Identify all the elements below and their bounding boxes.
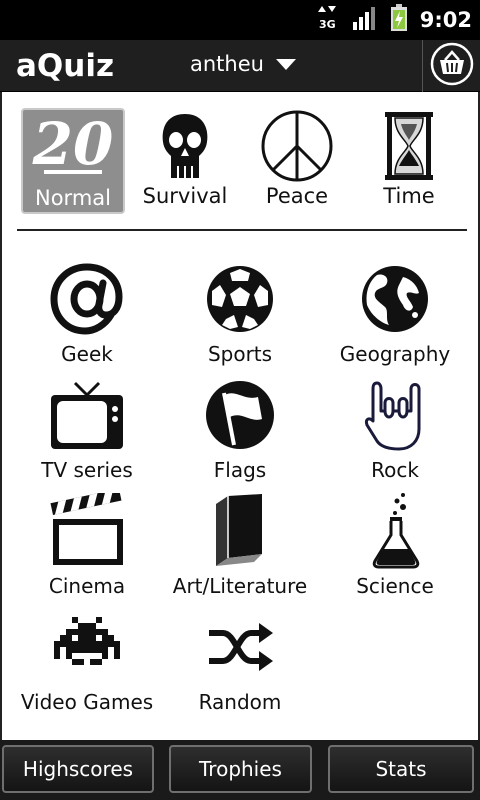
stats-button[interactable]: Stats [328,745,474,793]
title-bar: aQuiz antheu [0,40,480,92]
category-label: Rock [371,458,419,482]
username-label: antheu [190,52,264,76]
category-label: Geek [61,342,113,366]
soccer-ball-icon [160,258,320,340]
category-label: Geography [339,342,451,366]
globe-icon [315,258,475,340]
trophies-button[interactable]: Trophies [169,745,312,793]
category-science[interactable]: Science [315,490,475,602]
mode-label: Peace [265,184,329,208]
category-random[interactable]: Random [160,606,320,718]
dropdown-arrow-icon [275,52,296,76]
app-title: aQuiz [16,48,115,84]
at-sign-icon [7,258,167,340]
category-label: Art/Literature [172,574,308,598]
tv-icon [7,374,167,456]
category-label: TV series [41,458,133,482]
category-label: Random [198,690,282,714]
flask-icon [315,490,475,572]
category-label: Sports [207,342,273,366]
category-flags[interactable]: Flags [160,374,320,486]
status-time: 9:02 [419,8,472,32]
bottom-bar: Highscores Trophies Stats [0,740,480,800]
network-3g-icon: 3G [317,4,340,36]
mode-normal[interactable]: 20 Normal [21,108,125,214]
svg-text:20: 20 [32,112,114,178]
divider [17,229,467,231]
flag-icon [160,374,320,456]
mode-time[interactable]: Time [357,108,461,214]
category-geography[interactable]: Geography [315,258,475,370]
shop-basket-button[interactable] [422,40,480,92]
number-20-icon: 20 [23,112,123,184]
peace-icon [245,110,349,182]
basket-icon [430,42,474,90]
category-art-literature[interactable]: Art/Literature [160,490,320,602]
user-dropdown[interactable]: antheu [190,52,296,76]
category-tv-series[interactable]: TV series [7,374,167,486]
book-icon [160,490,320,572]
skull-icon [133,110,237,182]
svg-text:3G: 3G [319,18,336,31]
category-cinema[interactable]: Cinema [7,490,167,602]
category-video-games[interactable]: Video Games [7,606,167,718]
category-label: Cinema [48,574,126,598]
mode-survival[interactable]: Survival [133,108,237,214]
shuffle-icon [160,606,320,688]
mode-label: Survival [142,184,228,208]
category-label: Science [356,574,434,598]
category-label: Video Games [20,690,154,714]
hourglass-icon [357,110,461,182]
category-sports[interactable]: Sports [160,258,320,370]
status-bar: 3G 9:02 [0,0,480,40]
battery-charging-icon [390,4,408,36]
clapperboard-icon [7,490,167,572]
space-invader-icon [7,606,167,688]
signal-icon [352,5,378,35]
mode-label: Normal [35,186,111,210]
category-rock[interactable]: Rock [315,374,475,486]
mode-peace[interactable]: Peace [245,108,349,214]
rock-hand-icon [315,374,475,456]
category-geek[interactable]: Geek [7,258,167,370]
highscores-button[interactable]: Highscores [2,745,154,793]
category-label: Flags [213,458,267,482]
mode-label: Time [383,184,435,208]
